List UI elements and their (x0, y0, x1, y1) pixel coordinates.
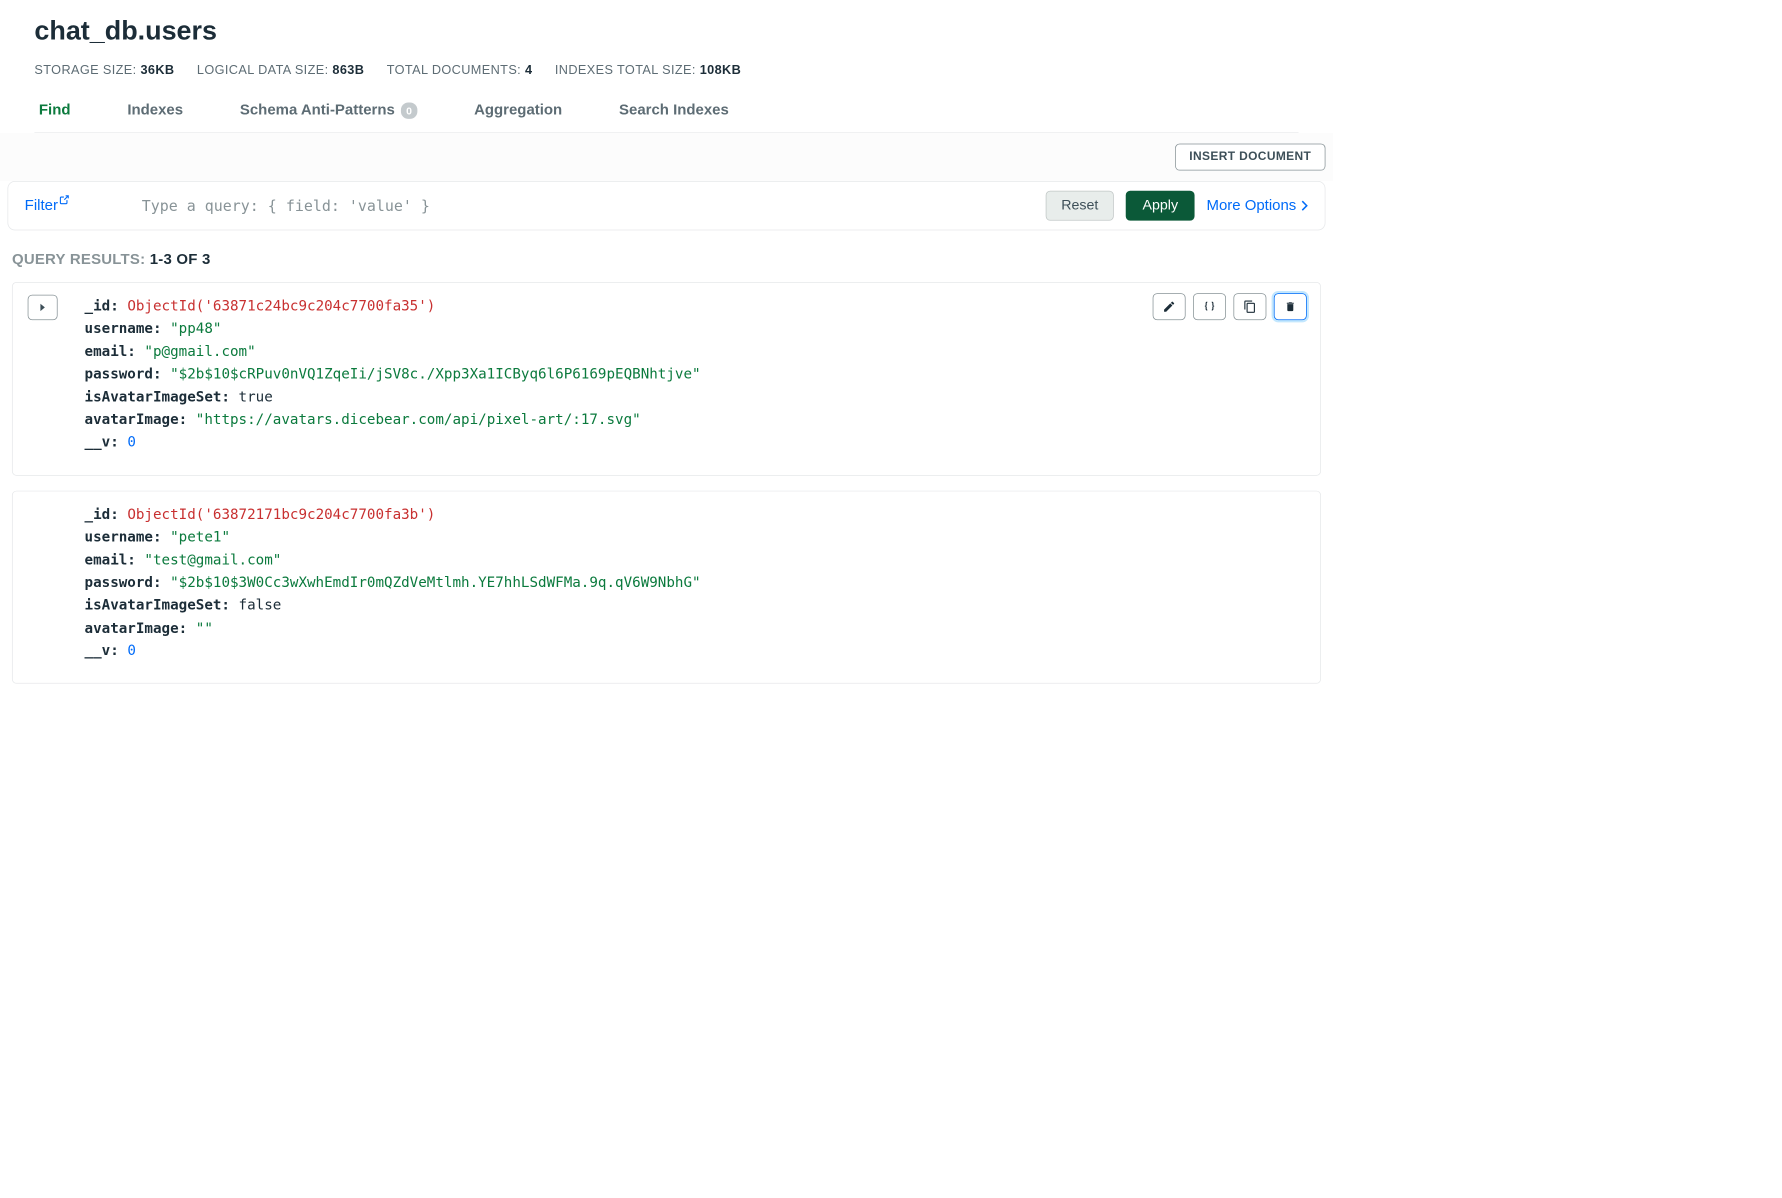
storage-size-value: 36KB (140, 63, 174, 77)
field-key: isAvatarImageSet (85, 597, 222, 613)
copy-icon (1243, 300, 1256, 313)
filter-link[interactable]: Filter (25, 197, 70, 214)
field-key: avatarImage (85, 411, 179, 427)
field-value: true (239, 389, 273, 405)
indexes-size-label: INDEXES TOTAL SIZE: (555, 63, 696, 77)
copy-json-button[interactable] (1193, 293, 1226, 320)
query-input[interactable] (82, 197, 1034, 215)
document-actions (1153, 293, 1307, 320)
caret-right-icon (1301, 200, 1308, 210)
pencil-icon (1162, 300, 1175, 313)
schema-badge: 0 (401, 102, 417, 118)
logical-size-value: 863B (332, 63, 364, 77)
document-content: _id: ObjectId('63871c24bc9c204c7700fa35'… (85, 295, 701, 454)
total-docs-label: TOTAL DOCUMENTS: (387, 63, 521, 77)
field-value: ObjectId('63871c24bc9c204c7700fa35') (127, 298, 435, 314)
tab-find[interactable]: Find (39, 97, 71, 132)
document-content: _id: ObjectId('63872171bc9c204c7700fa3b'… (85, 503, 701, 662)
tab-aggregation[interactable]: Aggregation (474, 97, 562, 132)
field-key: password (85, 366, 153, 382)
clone-button[interactable] (1233, 293, 1266, 320)
logical-size-label: LOGICAL DATA SIZE: (197, 63, 329, 77)
results-label: QUERY RESULTS: (12, 251, 145, 267)
document-card: _id: ObjectId('63871c24bc9c204c7700fa35'… (12, 282, 1321, 476)
collection-title: chat_db.users (34, 15, 1298, 46)
field-value: false (239, 597, 282, 613)
field-value: "pp48" (170, 320, 221, 336)
document-card: _id: ObjectId('63872171bc9c204c7700fa3b'… (12, 490, 1321, 684)
field-value: "p@gmail.com" (144, 343, 255, 359)
field-key: isAvatarImageSet (85, 389, 222, 405)
field-key: password (85, 574, 153, 590)
field-key: __v (85, 643, 111, 659)
delete-button[interactable] (1274, 293, 1307, 320)
tab-schema-label: Schema Anti-Patterns (240, 102, 395, 119)
field-value: "test@gmail.com" (144, 552, 281, 568)
total-docs-value: 4 (525, 63, 532, 77)
apply-button[interactable]: Apply (1126, 191, 1194, 221)
edit-button[interactable] (1153, 293, 1186, 320)
field-value: "" (196, 620, 213, 636)
field-key: __v (85, 434, 111, 450)
field-value: "$2b$10$3W0Cc3wXwhEmdIr0mQZdVeMtlmh.YE7h… (170, 574, 700, 590)
indexes-size-value: 108KB (700, 63, 741, 77)
reset-button[interactable]: Reset (1046, 191, 1115, 221)
more-options-label: More Options (1206, 197, 1296, 214)
more-options-link[interactable]: More Options (1206, 197, 1308, 214)
field-key: _id (85, 298, 111, 314)
collection-stats: STORAGE SIZE: 36KB LOGICAL DATA SIZE: 86… (34, 63, 1298, 78)
braces-icon (1202, 300, 1217, 313)
field-key: email (85, 552, 128, 568)
external-link-icon (59, 194, 69, 204)
field-value: 0 (127, 643, 136, 659)
query-results-count: QUERY RESULTS: 1-3 OF 3 (0, 230, 1333, 282)
field-value: "pete1" (170, 529, 230, 545)
storage-size-label: STORAGE SIZE: (34, 63, 136, 77)
trash-icon (1284, 300, 1296, 313)
field-key: username (85, 320, 153, 336)
expand-button[interactable] (28, 295, 58, 320)
tab-indexes[interactable]: Indexes (127, 97, 183, 132)
field-key: username (85, 529, 153, 545)
field-value: ObjectId('63872171bc9c204c7700fa3b') (127, 506, 435, 522)
field-value: 0 (127, 434, 136, 450)
filter-bar: Filter Reset Apply More Options (7, 181, 1325, 230)
insert-document-button[interactable]: INSERT DOCUMENT (1175, 144, 1325, 171)
tabs: Find Indexes Schema Anti-Patterns 0 Aggr… (34, 97, 1298, 133)
caret-right-icon (39, 303, 46, 312)
tab-schema-anti-patterns[interactable]: Schema Anti-Patterns 0 (240, 97, 417, 132)
field-key: avatarImage (85, 620, 179, 636)
results-value: 1-3 OF 3 (150, 251, 211, 267)
field-value: "$2b$10$cRPuv0nVQ1ZqeIi/jSV8c./Xpp3Xa1IC… (170, 366, 700, 382)
field-key: _id (85, 506, 111, 522)
filter-label-text: Filter (25, 197, 58, 214)
field-key: email (85, 343, 128, 359)
field-value: "https://avatars.dicebear.com/api/pixel-… (196, 411, 641, 427)
tab-search-indexes[interactable]: Search Indexes (619, 97, 729, 132)
